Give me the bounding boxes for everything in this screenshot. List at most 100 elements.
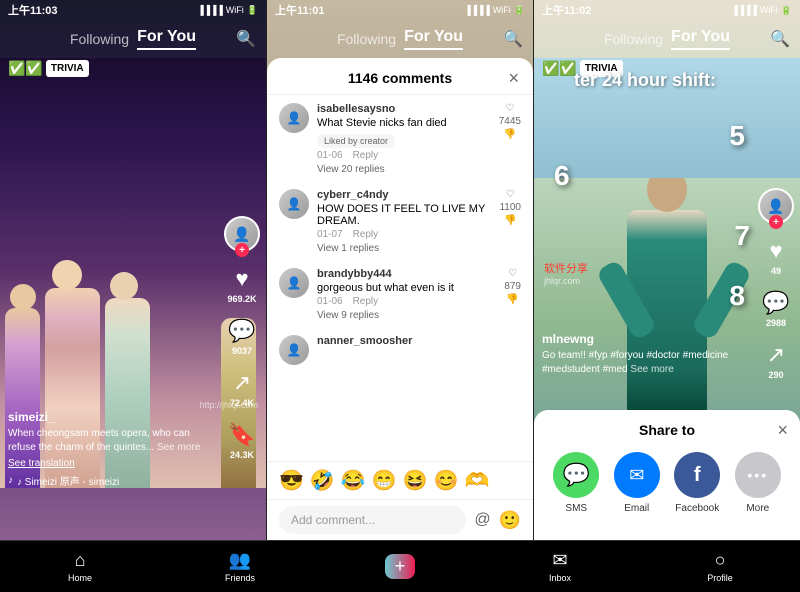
nav-add[interactable]: + — [370, 554, 430, 579]
more-icon: ••• — [735, 452, 781, 498]
emoji-button[interactable]: 🙂 — [499, 510, 521, 531]
share-items-row: 💬 SMS ✉ Email f Facebook ••• More — [546, 452, 788, 514]
description-1: When cheongsam meets opera, who can refu… — [8, 427, 211, 455]
share-count-1: 72.4K — [230, 398, 254, 408]
search-icon-1[interactable]: 🔍 — [236, 29, 256, 49]
translate-1[interactable]: See translation — [8, 458, 211, 469]
comment-item: 👤 nanner_smoosher — [279, 335, 521, 365]
comment-likes-3[interactable]: ♡ 879 👎 — [504, 268, 521, 321]
heart-icon-1: ♥ — [235, 266, 248, 292]
facebook-icon: f — [674, 452, 720, 498]
see-more-1[interactable]: See more — [157, 442, 200, 453]
share-more[interactable]: ••• More — [735, 452, 781, 514]
status-bar-1: 上午11:03 ▐▐▐▐ WiFi 🔋 — [0, 0, 266, 20]
search-icon-3[interactable]: 🔍 — [770, 29, 790, 49]
foryou-tab-2[interactable]: For You — [404, 28, 463, 50]
comments-header: 1146 comments × — [267, 58, 533, 95]
sms-icon: 💬 — [553, 452, 599, 498]
top-nav-2: Following For You 🔍 — [267, 20, 533, 58]
following-tab-1[interactable]: Following — [70, 31, 129, 47]
bottom-info-1: simeizi_ When cheongsam meets opera, who… — [8, 410, 211, 488]
view-replies-3[interactable]: View 9 replies — [317, 310, 496, 321]
trivia-label-1: TRIVIA — [46, 60, 89, 77]
add-icon: + — [385, 554, 416, 579]
comment-item: 👤 isabellesaysno What Stevie nicks fan d… — [279, 103, 521, 175]
view-replies-2[interactable]: View 1 replies — [317, 243, 491, 254]
following-tab-2[interactable]: Following — [337, 31, 396, 47]
status-bar-2: 上午11:01 ▐▐▐▐ WiFi 🔋 — [267, 0, 533, 20]
number-7: 7 — [734, 220, 750, 252]
avatar-1[interactable]: 👤 + — [224, 216, 260, 252]
heart-icon: ♡ — [506, 189, 515, 200]
follow-button-1[interactable]: + — [235, 243, 249, 257]
friends-icon: 👥 — [229, 550, 251, 571]
nav-profile[interactable]: ○ Profile — [690, 550, 750, 583]
see-more-3[interactable]: See more — [630, 364, 673, 375]
sms-label: SMS — [565, 503, 587, 514]
share-title: Share to — [639, 422, 695, 438]
music-row-1: ♪ ♪ Simeizi 原声 - simeizi — [8, 473, 211, 488]
share-action-1[interactable]: ↗ 72.4K — [230, 370, 254, 408]
description-3: Go team!! #fyp #foryou #doctor #medicine… — [542, 349, 745, 377]
following-tab-3[interactable]: Following — [604, 31, 663, 47]
username-3[interactable]: mlnewng — [542, 332, 745, 346]
comment-input-field[interactable]: Add comment... — [279, 506, 466, 534]
trivia-badge-1: ✅✅ TRIVIA — [8, 60, 89, 77]
like-count-3: 49 — [771, 266, 781, 276]
comment-likes-1[interactable]: ♡ 7445 👎 — [499, 103, 521, 175]
commenter-username[interactable]: isabellesaysno — [317, 103, 491, 115]
like-action-3[interactable]: ♥ 49 — [769, 238, 782, 276]
comment-body: isabellesaysno What Stevie nicks fan die… — [317, 103, 491, 175]
comment-text: gorgeous but what even is it — [317, 282, 496, 294]
username-1[interactable]: simeizi_ — [8, 410, 211, 424]
comment-likes-2[interactable]: ♡ 1100 👎 — [499, 189, 521, 254]
comments-list[interactable]: 👤 isabellesaysno What Stevie nicks fan d… — [267, 95, 533, 461]
facebook-label: Facebook — [675, 503, 719, 514]
share-sms[interactable]: 💬 SMS — [553, 452, 599, 514]
foryou-tab-3[interactable]: For You — [671, 28, 730, 50]
commenter-username[interactable]: brandybby444 — [317, 268, 496, 280]
comment-action-3[interactable]: 💬 2988 — [762, 290, 789, 328]
emoji-reaction-row[interactable]: 😎 🤣 😂 😁 😆 😊 🫶 — [267, 461, 533, 499]
share-icon-1: ↗ — [233, 370, 251, 396]
follow-button-3[interactable]: + — [769, 215, 783, 229]
nav-inbox[interactable]: ✉ Inbox — [530, 550, 590, 583]
time-1: 上午11:03 — [8, 2, 58, 18]
comments-close-button[interactable]: × — [508, 68, 519, 89]
comment-action-1[interactable]: 💬 9037 — [228, 318, 255, 356]
comment-avatar: 👤 — [279, 268, 309, 298]
commenter-username[interactable]: nanner_smoosher — [317, 335, 521, 347]
comments-title: 1146 comments — [348, 70, 452, 86]
comment-avatar: 👤 — [279, 335, 309, 365]
number-5: 5 — [729, 120, 745, 152]
time-3: 上午11:02 — [542, 2, 592, 18]
like-count-1: 969.2K — [227, 294, 256, 304]
share-email[interactable]: ✉ Email — [614, 452, 660, 514]
nav-home[interactable]: ⌂ Home — [50, 550, 110, 583]
commenter-username[interactable]: cyberr_c4ndy — [317, 189, 491, 201]
view-replies-1[interactable]: View 20 replies — [317, 164, 491, 175]
like-action-1[interactable]: ♥ 969.2K — [227, 266, 256, 304]
avatar-3[interactable]: 👤 + — [758, 188, 794, 224]
email-label: Email — [624, 503, 649, 514]
share-facebook[interactable]: f Facebook — [674, 452, 720, 514]
music-text-1: ♪ Simeizi 原声 - simeizi — [17, 473, 119, 488]
email-icon: ✉ — [614, 452, 660, 498]
liked-by-creator-badge: Liked by creator — [317, 134, 395, 148]
profile-icon: ○ — [715, 550, 726, 571]
nav-profile-label: Profile — [707, 573, 733, 583]
heart-icon: ♡ — [508, 268, 517, 279]
search-icon-2[interactable]: 🔍 — [503, 29, 523, 49]
foryou-tab-1[interactable]: For You — [137, 28, 196, 50]
share-action-3[interactable]: ↗ 290 — [767, 342, 785, 380]
nav-friends[interactable]: 👥 Friends — [210, 550, 270, 583]
bookmark-action-1[interactable]: 🔖 24.3K — [228, 422, 255, 460]
comment-avatar: 👤 — [279, 103, 309, 133]
at-button[interactable]: @ — [474, 511, 490, 529]
red-watermark: 软件分享 jhlqr.com — [544, 260, 588, 286]
home-icon: ⌂ — [75, 550, 86, 571]
comment-item: 👤 cyberr_c4ndy HOW DOES IT FEEL TO LIVE … — [279, 189, 521, 254]
top-nav-1: Following For You 🔍 — [0, 20, 266, 58]
share-close-button[interactable]: × — [777, 420, 788, 441]
comment-avatar: 👤 — [279, 189, 309, 219]
